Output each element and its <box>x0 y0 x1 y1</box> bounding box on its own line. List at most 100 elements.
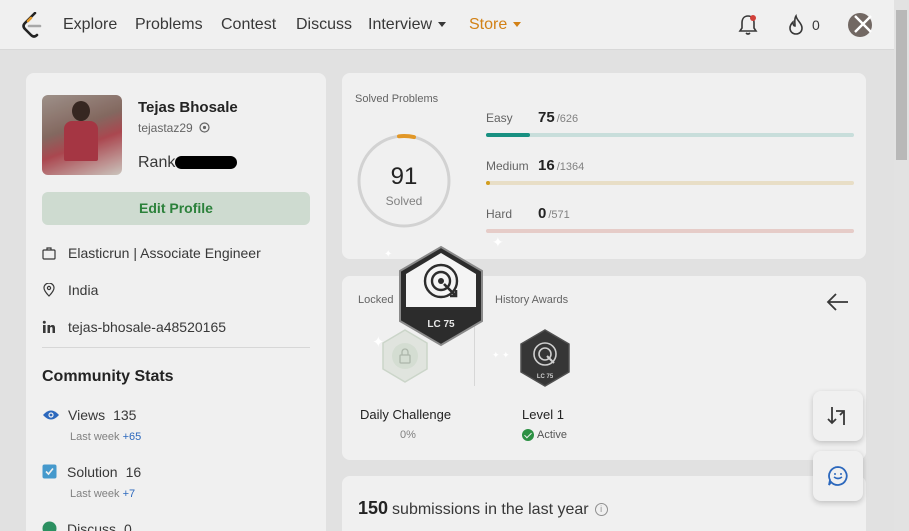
medium-total: /1364 <box>556 161 585 173</box>
stat-views-value: 135 <box>113 407 137 423</box>
history-awards-label: History Awards <box>495 294 569 306</box>
stat-views: Views 135 <box>42 407 136 423</box>
linkedin-text: tejas-bhosale-a48520165 <box>68 319 227 335</box>
leetcode-logo-icon[interactable] <box>22 12 44 38</box>
company-text: Elasticrun | Associate Engineer <box>68 245 261 261</box>
level-status-text: Active <box>537 429 567 441</box>
switch-layout-button[interactable] <box>813 391 863 441</box>
location-pin-icon <box>43 283 55 297</box>
stat-views-label: Views <box>68 407 106 423</box>
photo-head <box>72 101 90 121</box>
sparkle-icon: ✦ <box>384 249 393 260</box>
user-handle: tejastaz29 <box>138 121 210 135</box>
stat-views-sub-label: Last week <box>70 431 120 443</box>
lc75-large-badge-icon: LC 75 <box>399 245 483 347</box>
stat-discuss-label: Discuss <box>67 521 117 531</box>
arrow-left-icon[interactable] <box>826 292 850 312</box>
stat-solution-label: Solution <box>67 464 118 480</box>
close-icon[interactable] <box>853 14 873 34</box>
bell-icon[interactable] <box>738 14 758 36</box>
easy-progress-fill <box>486 133 531 137</box>
daily-challenge-name: Daily Challenge <box>360 407 452 422</box>
check-circle-icon <box>522 429 534 441</box>
locked-label: Locked <box>358 294 394 306</box>
profile-photo <box>42 95 122 175</box>
solved-problems-card: Solved Problems 91 Solved Easy 75/626 Med… <box>342 73 866 259</box>
briefcase-icon <box>42 247 56 260</box>
user-handle-text: tejastaz29 <box>138 121 193 135</box>
nav-problems[interactable]: Problems <box>135 16 203 34</box>
stat-views-delta: +65 <box>122 431 142 443</box>
lc75-badge-icon[interactable]: LC 75 <box>518 328 572 388</box>
nav-interview-label: Interview <box>368 16 433 33</box>
medium-solved: 16 <box>538 157 555 174</box>
submissions-card: 150 submissions in the last year i <box>342 476 866 531</box>
nav-discuss[interactable]: Discuss <box>296 16 352 34</box>
chevron-down-icon <box>438 22 447 28</box>
easy-solved: 75 <box>538 109 555 126</box>
nav-store-label: Store <box>469 16 508 33</box>
stat-solution-sub-label: Last week <box>70 488 120 500</box>
checkbox-icon <box>42 464 57 479</box>
eye-icon <box>43 410 59 420</box>
difficulty-hard: Hard 0/571 <box>486 205 854 233</box>
nav-interview[interactable]: Interview <box>368 16 447 34</box>
streak-count: 0 <box>812 17 820 33</box>
stat-discuss-value: 0 <box>124 521 132 531</box>
badge-mini-icon <box>199 122 210 133</box>
feedback-chat-button[interactable] <box>813 451 863 501</box>
chevron-down-icon <box>513 22 522 28</box>
nav-store[interactable]: Store <box>469 16 522 34</box>
info-icon[interactable]: i <box>594 503 608 517</box>
difficulty-medium: Medium 16/1364 <box>486 157 854 185</box>
stat-views-sub: Last week +65 <box>70 431 141 443</box>
edit-profile-button[interactable]: Edit Profile <box>42 192 310 225</box>
fire-streak-icon[interactable] <box>786 14 806 36</box>
chat-icon <box>828 466 848 486</box>
linkedin-row[interactable]: tejas-bhosale-a48520165 <box>42 319 226 335</box>
swap-icon <box>827 407 845 425</box>
easy-label: Easy <box>486 111 513 125</box>
lc75-badge-text: LC 75 <box>537 374 554 380</box>
sparkle-icon: ✦ ✦ <box>492 350 510 360</box>
medium-progress-fill <box>486 181 491 185</box>
user-name: Tejas Bhosale <box>138 99 238 116</box>
solved-total: 91 <box>390 163 418 190</box>
hard-label: Hard <box>486 207 513 221</box>
difficulty-easy: Easy 75/626 <box>486 109 854 137</box>
easy-total: /626 <box>556 113 579 125</box>
solved-title: Solved Problems <box>355 93 439 105</box>
sparkle-icon: ✦ <box>372 334 385 351</box>
nav-contest[interactable]: Contest <box>221 16 276 34</box>
medium-label: Medium <box>486 159 529 173</box>
stat-solution: Solution 16 <box>42 464 141 480</box>
daily-challenge-progress: 0% <box>400 429 416 441</box>
rank-value-redacted <box>175 156 237 169</box>
stat-discuss: Discuss 0 <box>42 521 132 531</box>
linkedin-icon <box>42 320 55 333</box>
profile-card: Tejas Bhosale tejastaz29 Rank Edit Profi… <box>26 73 326 531</box>
location-text: India <box>68 282 99 298</box>
stat-solution-value: 16 <box>125 464 142 480</box>
top-navbar: Explore Problems Contest Discuss Intervi… <box>0 0 894 50</box>
submissions-count: 150 <box>358 498 389 518</box>
community-stats-title: Community Stats <box>42 368 174 385</box>
photo-body <box>64 121 98 161</box>
stat-solution-sub: Last week +7 <box>70 488 135 500</box>
hard-progress-bar <box>486 229 854 233</box>
rank-label: Rank <box>138 154 176 171</box>
discuss-icon <box>42 521 57 531</box>
divider <box>42 347 310 348</box>
hard-solved: 0 <box>538 205 547 222</box>
company-row: Elasticrun | Associate Engineer <box>42 245 261 261</box>
stat-solution-delta: +7 <box>122 488 136 500</box>
nav-explore[interactable]: Explore <box>63 16 117 34</box>
sparkle-icon: ✦ <box>492 234 504 250</box>
level-status: Active <box>522 429 567 441</box>
easy-progress-bar <box>486 133 854 137</box>
level-name: Level 1 <box>522 407 564 422</box>
submissions-text: submissions in the last year <box>392 501 589 518</box>
submissions-summary: 150 submissions in the last year i <box>358 498 608 519</box>
location-row: India <box>42 282 98 298</box>
scrollbar-thumb[interactable] <box>896 10 907 160</box>
